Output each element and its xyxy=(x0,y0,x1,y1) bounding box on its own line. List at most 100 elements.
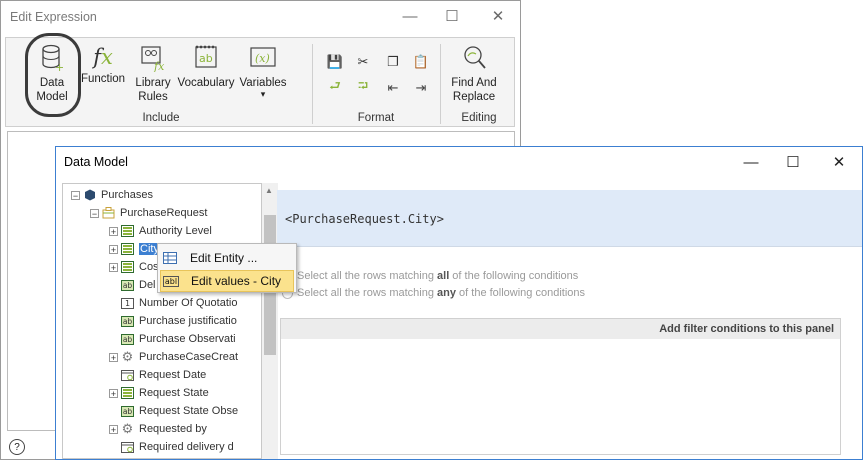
ribbon-toolbar: + Data Model fx Function fx Library Rule… xyxy=(5,37,515,127)
include-group-label: Include xyxy=(142,112,180,124)
window-title: Data Model xyxy=(64,155,128,169)
expand-icon[interactable]: + xyxy=(109,244,118,254)
minimize-button[interactable]: — xyxy=(736,150,766,174)
svg-text:ab: ab xyxy=(199,52,213,65)
variables-button[interactable]: (x) Variables ▾ xyxy=(238,44,288,99)
maximize-button[interactable]: ☐ xyxy=(437,4,467,28)
minimize-button[interactable]: — xyxy=(395,4,425,28)
tree-item-label: Purchase Observati xyxy=(139,333,236,345)
tree-item-label: Purchases xyxy=(101,189,153,201)
expand-icon[interactable]: + xyxy=(109,226,118,236)
library-rules-button[interactable]: fx Library Rules xyxy=(130,44,176,104)
editing-group-label: Editing xyxy=(461,112,497,124)
tree-scrollbar[interactable]: ▲ xyxy=(262,183,278,459)
tree-item[interactable]: ab Purchase justificatio xyxy=(109,312,237,330)
data-model-tree[interactable]: − Purchases − PurchaseRequest + Authority Lev… xyxy=(62,183,262,459)
tree-item[interactable]: + Request State xyxy=(109,384,209,402)
save-icon[interactable]: 💾 xyxy=(326,54,344,70)
vocabulary-button[interactable]: ab Vocabulary xyxy=(176,44,236,90)
function-icon: fx xyxy=(93,45,113,69)
svg-text:fx: fx xyxy=(153,60,165,72)
gear-icon: ⚙ xyxy=(121,421,134,436)
text-field-icon: abl xyxy=(162,275,180,287)
undo-icon[interactable]: ⮐ xyxy=(326,78,344,96)
calendar-icon xyxy=(121,369,134,381)
expression-display: <PurchaseRequest.City> xyxy=(277,190,862,247)
tree-item-label: Requested by xyxy=(139,423,207,435)
list-icon xyxy=(121,261,134,273)
tree-item[interactable]: + Authority Level xyxy=(109,222,212,240)
tree-item-label: Required delivery d xyxy=(139,441,234,453)
list-icon xyxy=(121,225,134,237)
collapse-icon[interactable]: − xyxy=(90,208,99,218)
tree-item[interactable]: + ⚙ Requested by xyxy=(109,420,207,438)
radio-all-conditions[interactable]: Select all the rows matching all of the … xyxy=(282,270,578,282)
tree-item-label: Number Of Quotatio xyxy=(139,297,238,309)
tree-item[interactable]: Request Date xyxy=(109,366,206,384)
tree-item-label: PurchaseRequest xyxy=(120,207,208,219)
cut-icon[interactable]: ✂ xyxy=(354,54,372,70)
tree-item[interactable]: ab Purchase Observati xyxy=(109,330,236,348)
context-menu: Edit Entity ... abl Edit values - City xyxy=(157,243,297,293)
close-button[interactable]: ✕ xyxy=(824,150,854,174)
vocabulary-icon: ab xyxy=(195,45,217,68)
text-icon: ab xyxy=(120,333,135,345)
collapse-icon[interactable]: − xyxy=(71,190,80,200)
find-and-replace-button[interactable]: Find And Replace xyxy=(446,44,502,104)
function-button[interactable]: fx Function xyxy=(80,44,126,86)
library-rules-icon: fx xyxy=(141,46,165,73)
tree-item[interactable]: ab Del xyxy=(109,276,156,294)
tree-item[interactable]: − PurchaseRequest xyxy=(90,204,207,222)
menu-item-edit-entity[interactable]: Edit Entity ... xyxy=(160,247,294,269)
package-icon xyxy=(83,189,96,201)
expression-text: <PurchaseRequest.City> xyxy=(285,212,444,226)
indent-icon[interactable]: ⇥ xyxy=(412,80,430,96)
tree-item-label: Request State xyxy=(139,387,209,399)
svg-text:(x): (x) xyxy=(255,52,270,65)
expand-icon[interactable]: + xyxy=(109,424,118,434)
tree-item[interactable]: + City xyxy=(109,240,160,258)
tree-item[interactable]: + Cos xyxy=(109,258,159,276)
entity-icon xyxy=(102,207,115,219)
text-icon: ab xyxy=(120,315,135,327)
data-model-window: Data Model — ☐ ✕ − Purchases − PurchaseRequ… xyxy=(55,146,863,460)
search-icon xyxy=(464,46,486,69)
list-icon xyxy=(121,387,134,399)
menu-item-edit-values[interactable]: abl Edit values - City xyxy=(160,270,294,292)
text-icon: ab xyxy=(120,405,135,417)
number-icon: 1 xyxy=(120,297,135,309)
tree-item[interactable]: ab Request State Obse xyxy=(109,402,238,420)
filter-panel[interactable] xyxy=(280,339,841,455)
scroll-up-icon[interactable]: ▲ xyxy=(265,186,273,195)
filter-panel-header: Add filter conditions to this panel xyxy=(280,318,841,340)
calendar-icon xyxy=(121,441,134,453)
tree-item[interactable]: + ⚙ PurchaseCaseCreat xyxy=(109,348,238,366)
copy-icon[interactable]: ❐ xyxy=(384,54,402,70)
highlight-ring xyxy=(25,33,81,117)
tree-item-label: Cos xyxy=(139,261,159,273)
outdent-icon[interactable]: ⇤ xyxy=(384,80,402,96)
variables-icon: (x) xyxy=(250,47,276,67)
tree-item-label: Purchase justificatio xyxy=(139,315,237,327)
tree-item-label: PurchaseCaseCreat xyxy=(139,351,239,363)
radio-any-conditions[interactable]: Select all the rows matching any of the … xyxy=(282,287,585,299)
list-icon xyxy=(121,243,134,255)
format-group-label: Format xyxy=(357,112,395,124)
maximize-button[interactable]: ☐ xyxy=(778,150,808,174)
window-title: Edit Expression xyxy=(10,10,97,24)
tree-item-label: Authority Level xyxy=(139,225,212,237)
close-button[interactable]: ✕ xyxy=(483,4,513,28)
help-icon[interactable]: ? xyxy=(9,439,25,455)
tree-item[interactable]: 1 Number Of Quotatio xyxy=(109,294,237,312)
redo-icon[interactable]: ⮒ xyxy=(354,78,372,96)
tree-item[interactable]: − Purchases xyxy=(71,186,153,204)
expand-icon[interactable]: + xyxy=(109,262,118,272)
tree-item-label: Request Date xyxy=(139,369,207,381)
gear-icon: ⚙ xyxy=(121,349,134,364)
expand-icon[interactable]: + xyxy=(109,352,118,362)
tree-item[interactable]: Required delivery d xyxy=(109,438,234,456)
expand-icon[interactable]: + xyxy=(109,388,118,398)
paste-icon[interactable]: 📋 xyxy=(412,54,430,70)
tree-item[interactable]: Requires Approval f xyxy=(109,456,235,458)
tree-item-label: Del xyxy=(139,279,156,291)
